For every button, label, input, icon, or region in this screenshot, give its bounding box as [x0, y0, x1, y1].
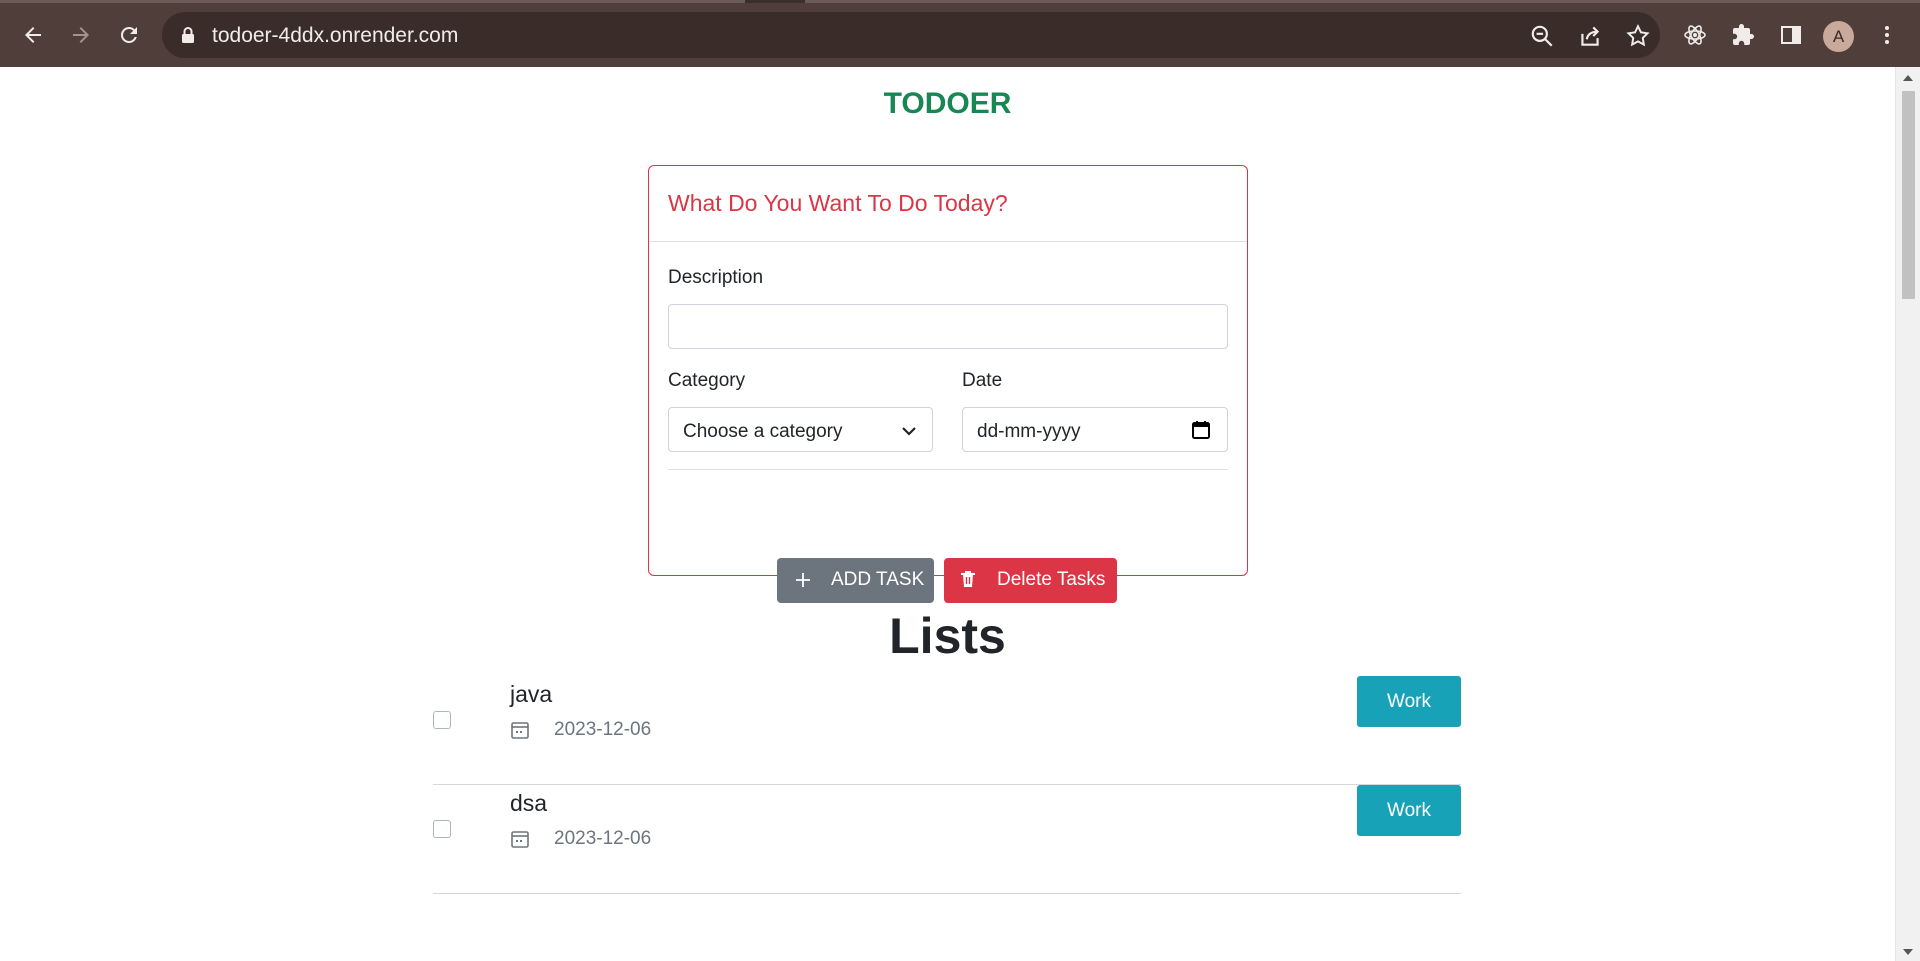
add-task-button[interactable]: ADD TASK — [777, 558, 934, 603]
card-title: What Do You Want To Do Today? — [668, 190, 1008, 216]
zoom-out-icon[interactable] — [1529, 23, 1555, 49]
list-item: dsa 2023-12-06 Work — [433, 785, 1461, 894]
task-title: dsa — [510, 790, 548, 816]
url-text: todoer-4ddx.onrender.com — [212, 24, 459, 47]
category-label: Category — [668, 370, 746, 391]
lists-heading: Lists — [889, 608, 1006, 664]
category-select[interactable]: Choose a category — [668, 407, 933, 452]
category-badge: Work — [1357, 785, 1461, 836]
delete-tasks-label: Delete Tasks — [997, 569, 1106, 590]
browser-menu-button[interactable] — [1867, 15, 1907, 55]
side-panel-button[interactable] — [1771, 15, 1811, 55]
app-brand: TODOER — [883, 87, 1012, 120]
profile-avatar[interactable]: A — [1823, 21, 1854, 52]
forward-arrow-icon — [73, 27, 89, 43]
category-selected-value: Choose a category — [683, 421, 843, 442]
page-viewport: TODOER What Do You Want To Do Today? Des… — [0, 67, 1895, 961]
date-placeholder: dd-mm-yyyy — [977, 421, 1081, 442]
list-item: java 2023-12-06 Work — [433, 676, 1461, 785]
description-input[interactable] — [668, 304, 1228, 349]
date-label: Date — [962, 370, 1003, 391]
plus-icon — [796, 573, 810, 587]
extensions-button[interactable] — [1723, 15, 1763, 55]
task-checkbox[interactable] — [433, 820, 451, 838]
react-icon — [1684, 25, 1706, 45]
share-icon[interactable] — [1577, 23, 1603, 49]
star-icon[interactable] — [1625, 23, 1651, 49]
reload-button[interactable] — [109, 15, 149, 55]
scroll-up-arrow-icon[interactable] — [1903, 75, 1913, 81]
delete-tasks-button[interactable]: Delete Tasks — [944, 558, 1117, 603]
trash-icon — [961, 571, 975, 587]
category-badge: Work — [1357, 676, 1461, 727]
side-panel-icon — [1781, 26, 1801, 44]
calendar-icon — [511, 831, 529, 848]
add-task-card: What Do You Want To Do Today? Descriptio… — [648, 165, 1248, 576]
page-scrollbar[interactable] — [1895, 67, 1920, 961]
form-divider — [668, 469, 1228, 470]
back-arrow-icon — [25, 27, 41, 43]
scrollbar-thumb[interactable] — [1902, 91, 1915, 299]
add-task-label: ADD TASK — [831, 569, 925, 590]
task-title: java — [510, 681, 553, 707]
scroll-down-arrow-icon[interactable] — [1903, 949, 1913, 955]
chevron-down-icon — [902, 427, 916, 436]
browser-toolbar: todoer-4ddx.onrender.com A — [0, 3, 1920, 67]
description-label: Description — [668, 267, 764, 288]
address-bar[interactable]: todoer-4ddx.onrender.com — [162, 12, 1660, 58]
lock-icon — [182, 27, 194, 43]
date-input[interactable]: dd-mm-yyyy — [962, 407, 1228, 452]
reload-icon — [120, 26, 137, 43]
kebab-menu-icon — [1885, 26, 1889, 44]
task-date: 2023-12-06 — [554, 719, 652, 740]
puzzle-icon — [1733, 24, 1754, 45]
task-checkbox[interactable] — [433, 711, 451, 729]
calendar-picker-icon[interactable] — [1191, 420, 1211, 440]
back-button[interactable] — [13, 15, 53, 55]
react-devtools-button[interactable] — [1675, 15, 1715, 55]
task-date: 2023-12-06 — [554, 828, 652, 849]
calendar-icon — [511, 722, 529, 739]
forward-button[interactable] — [61, 15, 101, 55]
card-header: What Do You Want To Do Today? — [649, 166, 1247, 242]
